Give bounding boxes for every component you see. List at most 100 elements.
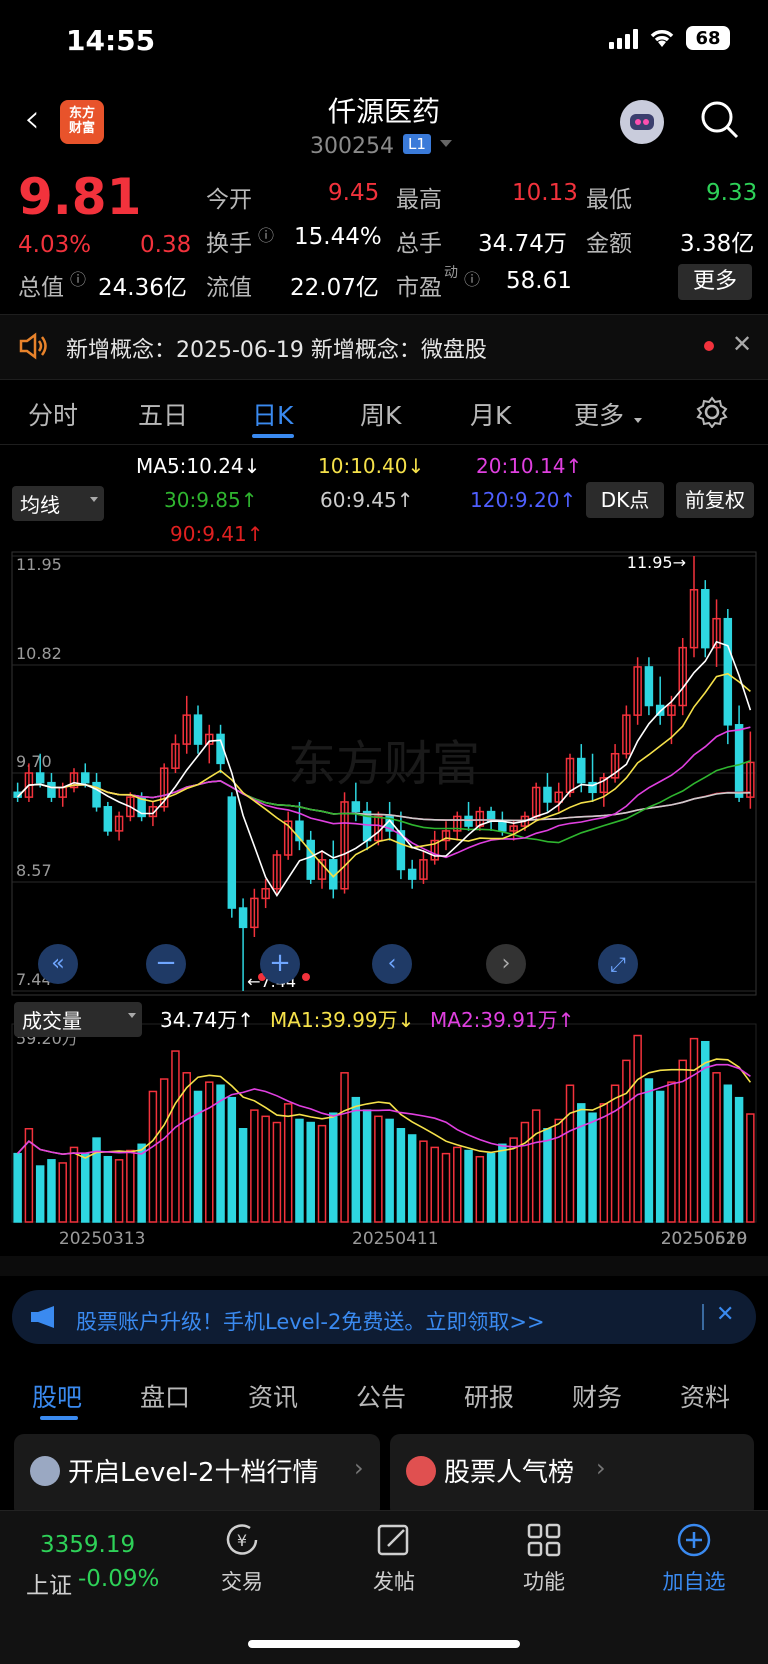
stock-code: 300254 bbox=[310, 134, 394, 159]
volume-bar bbox=[453, 1146, 462, 1223]
candle-body bbox=[407, 868, 417, 880]
volume-dropdown-icon bbox=[128, 1013, 136, 1018]
candle-body bbox=[103, 806, 113, 832]
notice-close-icon[interactable]: ✕ bbox=[732, 330, 752, 358]
volume-bar bbox=[317, 1124, 327, 1223]
tab-guba[interactable]: 股吧 bbox=[32, 1378, 82, 1414]
volume-bar bbox=[441, 1152, 451, 1223]
volume-bar bbox=[486, 1152, 496, 1223]
wifi-icon bbox=[650, 30, 674, 47]
volume-bar bbox=[374, 1115, 383, 1223]
ma10-value: 10:10.40↓ bbox=[318, 454, 425, 478]
level2-card-title: 开启Level-2十档行情 bbox=[68, 1458, 319, 1488]
volume-bar bbox=[509, 1137, 518, 1223]
zoom-in-icon[interactable]: + bbox=[260, 944, 300, 984]
popularity-icon bbox=[406, 1456, 436, 1486]
tab-announcements[interactable]: 公告 bbox=[356, 1378, 406, 1414]
dk-point-button[interactable]: DK点 bbox=[586, 482, 664, 518]
info-icon[interactable]: ⓘ bbox=[258, 222, 274, 246]
tab-research[interactable]: 研报 bbox=[464, 1378, 514, 1414]
svg-text:¥: ¥ bbox=[237, 1531, 247, 1550]
speaker-icon bbox=[19, 332, 47, 360]
y-tick-label: 11.95 bbox=[16, 555, 62, 574]
event-marker bbox=[302, 973, 310, 981]
fullscreen-icon[interactable]: ⤢ bbox=[598, 944, 638, 984]
volume-bar bbox=[531, 1109, 541, 1223]
settings-gear-icon[interactable] bbox=[696, 396, 728, 428]
float-value: 22.07亿 bbox=[290, 275, 379, 301]
volume-select-label: 成交量 bbox=[22, 1009, 82, 1033]
turnover-label: 换手 bbox=[206, 231, 252, 257]
code-dropdown-icon[interactable] bbox=[440, 140, 452, 147]
tab-monthly-k[interactable]: 月K bbox=[470, 396, 511, 432]
indicator-select[interactable]: 均线 bbox=[12, 486, 104, 521]
volume-label: 总手 bbox=[396, 231, 442, 257]
volume-bar bbox=[182, 1072, 191, 1223]
nav-functions[interactable]: 功能 bbox=[489, 1566, 599, 1596]
tab-news[interactable]: 资讯 bbox=[248, 1378, 298, 1414]
nav-post[interactable]: 发帖 bbox=[339, 1566, 449, 1596]
index-name[interactable]: 上证 bbox=[26, 1566, 72, 1600]
volume-bar bbox=[216, 1084, 225, 1223]
bottom-tab-indicator bbox=[40, 1416, 78, 1420]
zoom-out-icon[interactable]: − bbox=[146, 944, 186, 984]
turnover-value: 15.44% bbox=[294, 224, 382, 250]
robot-assistant-icon[interactable] bbox=[620, 100, 664, 144]
index-value[interactable]: 3359.19 bbox=[40, 1532, 135, 1558]
tab-profile[interactable]: 资料 bbox=[680, 1378, 730, 1414]
post-icon[interactable] bbox=[374, 1520, 414, 1560]
candle-body bbox=[193, 714, 203, 745]
volume-indicator-select[interactable]: 成交量 bbox=[14, 1002, 142, 1037]
max-price-label: 11.95→ bbox=[627, 553, 686, 572]
tab-finance[interactable]: 财务 bbox=[572, 1378, 622, 1414]
scroll-left-icon[interactable]: ‹ bbox=[372, 944, 412, 984]
search-icon[interactable] bbox=[700, 100, 740, 140]
y-tick-label: 8.57 bbox=[16, 861, 52, 880]
mktcap-info-icon[interactable]: ⓘ bbox=[70, 266, 86, 290]
more-tab-caret-icon bbox=[634, 418, 642, 423]
tab-five-day[interactable]: 五日 bbox=[138, 396, 188, 432]
adjust-button[interactable]: 前复权 bbox=[676, 482, 754, 518]
kline-chart[interactable]: 11.9510.829.708.577.44东方财富11.95→←7.4459.… bbox=[0, 550, 768, 1280]
volume-bar bbox=[633, 1034, 642, 1223]
more-quote-button[interactable]: 更多 bbox=[678, 264, 752, 300]
y-tick-label: 10.82 bbox=[16, 644, 62, 663]
volume-bar bbox=[746, 1113, 755, 1223]
vol-ma2-value: MA2:39.91万↑ bbox=[430, 1008, 575, 1032]
watermark: 东方财富 bbox=[288, 736, 480, 792]
volume-bar bbox=[227, 1096, 237, 1223]
indicator-dropdown-icon bbox=[90, 497, 98, 502]
banner-close-icon[interactable]: ✕ bbox=[716, 1302, 734, 1327]
volume-bar bbox=[171, 1050, 180, 1223]
trade-icon[interactable]: ¥ bbox=[222, 1520, 262, 1560]
x-tick-label: 20250620 bbox=[661, 1229, 748, 1249]
tab-orderbook[interactable]: 盘口 bbox=[140, 1378, 190, 1414]
popularity-card[interactable]: 股票人气榜 › bbox=[390, 1434, 754, 1518]
change-percent: 4.03% bbox=[18, 232, 92, 258]
add-watchlist-icon[interactable] bbox=[674, 1520, 714, 1560]
scroll-far-left-icon[interactable]: « bbox=[38, 944, 78, 984]
functions-icon[interactable] bbox=[524, 1520, 564, 1560]
x-tick-label: 20250411 bbox=[352, 1229, 439, 1249]
volume-bar bbox=[622, 1059, 631, 1223]
candle-body bbox=[723, 617, 733, 726]
nav-trade[interactable]: 交易 bbox=[187, 1566, 297, 1596]
tab-daily-k[interactable]: 日K bbox=[252, 396, 293, 432]
tab-more[interactable]: 更多 bbox=[574, 396, 624, 432]
volume-bar bbox=[103, 1155, 113, 1223]
tab-intraday[interactable]: 分时 bbox=[28, 396, 78, 432]
volume-bar bbox=[159, 1078, 169, 1223]
index-change[interactable]: -0.09% bbox=[78, 1566, 159, 1592]
nav-add-watchlist[interactable]: 加自选 bbox=[639, 1566, 749, 1596]
mktcap-label: 总值 bbox=[18, 275, 64, 301]
ma90-value: 90:9.41↑ bbox=[170, 522, 264, 546]
volume-bar bbox=[238, 1128, 248, 1223]
volume-bar bbox=[58, 1162, 67, 1223]
open-label: 今开 bbox=[206, 187, 252, 213]
level2-card[interactable]: 开启Level-2十档行情 › bbox=[14, 1434, 380, 1518]
pe-info-icon[interactable]: ⓘ bbox=[464, 266, 480, 290]
candle-body bbox=[543, 786, 552, 803]
scroll-right-icon[interactable]: › bbox=[486, 944, 526, 984]
level2-icon bbox=[30, 1456, 60, 1486]
tab-weekly-k[interactable]: 周K bbox=[360, 396, 401, 432]
